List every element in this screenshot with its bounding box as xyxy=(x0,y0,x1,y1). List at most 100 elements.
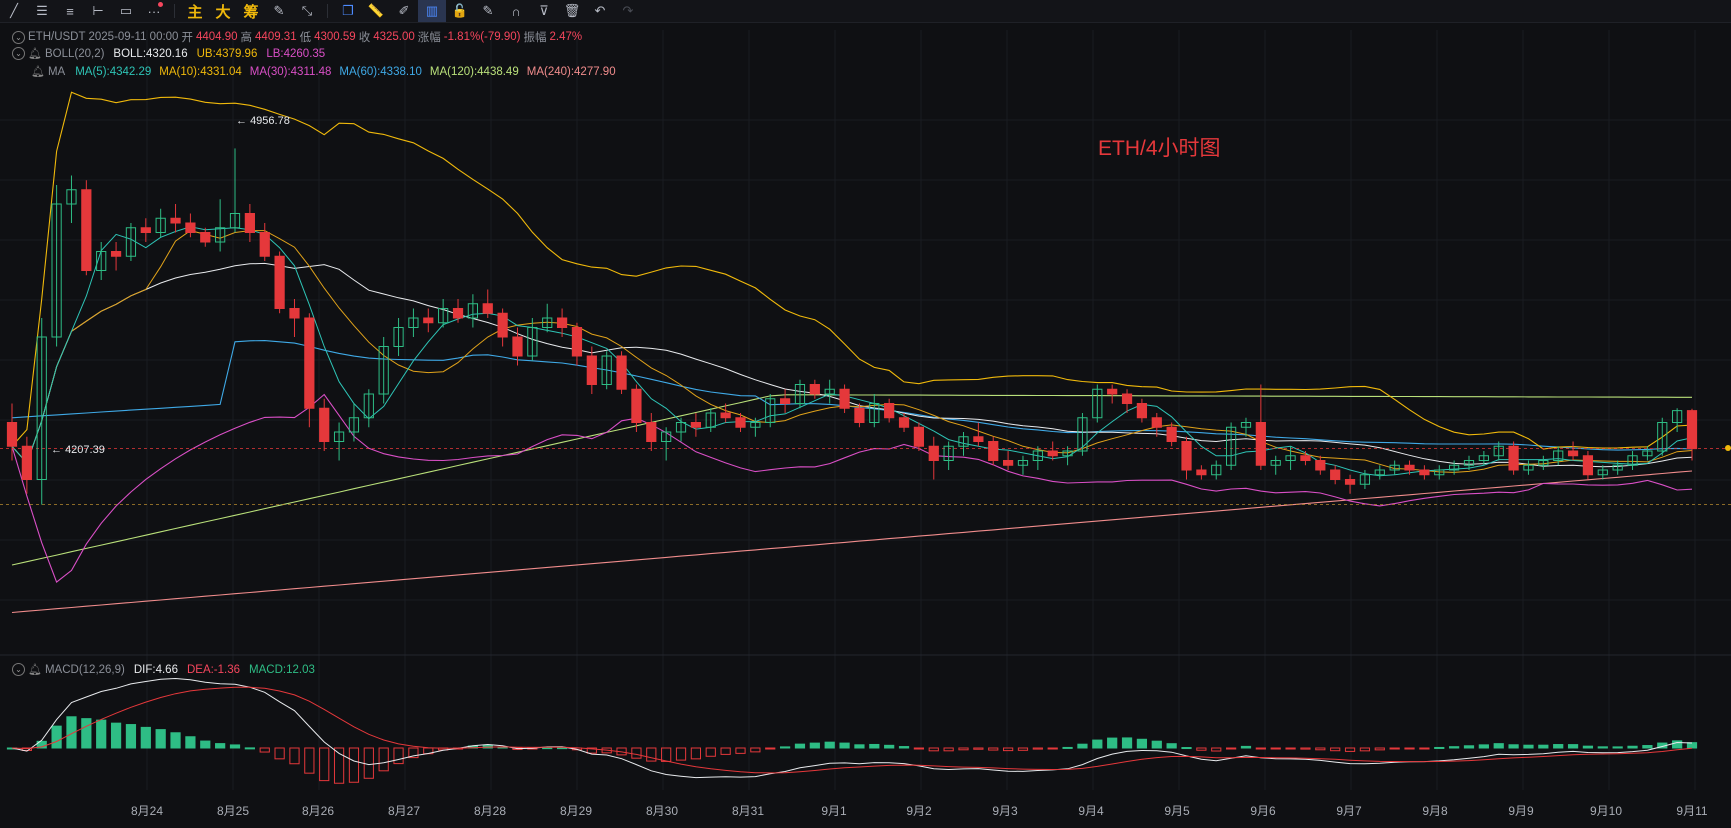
macd-histogram-bar xyxy=(913,747,925,750)
macd-histogram-bar xyxy=(215,743,226,749)
macd-dea-line xyxy=(11,686,1693,774)
macd-histogram-bar xyxy=(1582,745,1594,749)
ma-legend-item: MA(240):4277.90 xyxy=(526,65,616,78)
ruler-icon[interactable]: 📏 xyxy=(362,0,390,22)
macd-histogram-bar xyxy=(898,746,910,749)
candle-down xyxy=(1508,445,1519,471)
x-axis-tick-label: 9月7 xyxy=(1336,804,1362,818)
main-indicator-button[interactable]: 主 xyxy=(181,0,209,22)
collapse-icon[interactable]: ⌄ xyxy=(12,47,25,60)
macd-histogram-bar xyxy=(1240,745,1252,749)
pencil-icon[interactable]: ✐ xyxy=(390,0,418,22)
toolbar-divider xyxy=(327,4,328,18)
high-price-label: 4956.78 xyxy=(250,115,290,127)
trash-icon[interactable]: 🗑 xyxy=(558,0,586,22)
more-icon[interactable]: ··· xyxy=(140,0,168,22)
candle-down xyxy=(631,388,642,423)
macd-histogram-bar xyxy=(1121,737,1133,749)
rectangle-icon[interactable]: ▭ xyxy=(112,0,140,22)
menu-lines-icon[interactable]: ≡ xyxy=(56,0,84,22)
bell-icon[interactable]: 🔔︎ xyxy=(28,663,42,676)
edit-icon[interactable]: ✎ xyxy=(265,0,293,22)
candlestick-icon[interactable]: ▥ xyxy=(418,0,446,22)
boll-name: BOLL(20,2) xyxy=(44,47,105,60)
macd-histogram-bar xyxy=(1419,747,1430,750)
candle-down xyxy=(809,384,820,395)
bell-icon[interactable]: 🔔︎ xyxy=(31,65,45,78)
ma-legend: 🔔︎ MA MA(5):4342.29 MA(10):4331.04 MA(30):… xyxy=(31,65,627,79)
macd-histogram-bar xyxy=(96,719,107,749)
bell-icon[interactable]: 🔔︎ xyxy=(28,47,42,60)
price-tag-marker xyxy=(1725,445,1731,451)
macd-histogram-bar xyxy=(1374,747,1385,751)
big-button[interactable]: 大 xyxy=(209,0,237,22)
candle-down xyxy=(423,317,434,324)
magnet-icon[interactable]: ∩ xyxy=(502,0,530,22)
candle-down xyxy=(988,441,999,461)
chip-button[interactable]: 筹 xyxy=(237,0,265,22)
macd-histogram-bar xyxy=(1196,747,1207,751)
candle-down xyxy=(512,336,523,357)
candle-down xyxy=(1315,460,1326,471)
candle-down xyxy=(110,251,122,257)
notification-dot xyxy=(158,2,163,7)
x-axis-tick-label: 9月5 xyxy=(1164,804,1190,818)
macd-histogram-bar xyxy=(229,744,241,749)
x-axis-tick-label: 8月24 xyxy=(130,804,164,818)
low-price-marker: ← 4207.39 xyxy=(51,444,105,456)
candle-down xyxy=(1151,417,1162,428)
x-axis-tick-label: 8月27 xyxy=(387,804,421,818)
macd-histogram-bar xyxy=(1255,747,1266,750)
candle-down xyxy=(1582,455,1594,476)
ma-legend-item: MA(5):4342.29 xyxy=(75,65,152,78)
macd-histogram-bar xyxy=(1686,742,1698,749)
lock-icon[interactable]: 🔓 xyxy=(446,0,474,22)
macd-histogram-bar xyxy=(1166,743,1177,749)
horizontal-lines-icon[interactable]: ☰ xyxy=(28,0,56,22)
x-axis-tick-label: 9月3 xyxy=(992,804,1018,818)
macd-histogram-bar xyxy=(1567,744,1579,749)
horizontal-ray-icon[interactable]: ⊢ xyxy=(84,0,112,22)
macd-histogram-bar xyxy=(973,747,984,750)
macd-histogram-bar xyxy=(1062,746,1073,749)
macd-histogram-bar xyxy=(1672,740,1683,749)
price-chart[interactable] xyxy=(0,23,1731,828)
x-axis-tick-label: 8月26 xyxy=(301,804,335,818)
collapse-icon[interactable]: ⌄ xyxy=(12,30,25,44)
macd-histogram-bar xyxy=(958,747,969,751)
candle-down xyxy=(1136,403,1148,419)
macd-histogram-bar xyxy=(1597,746,1608,749)
trend-line-icon[interactable]: ╱ xyxy=(0,0,28,22)
filter-icon[interactable]: ⊽ xyxy=(530,0,558,22)
candle-down xyxy=(304,317,315,409)
macd-histogram-bar xyxy=(125,724,137,749)
redo-icon[interactable]: ↷ xyxy=(614,0,642,22)
macd-histogram-bar xyxy=(869,743,880,749)
high-label: 高 xyxy=(240,32,253,44)
high-price-marker: ← 4956.78 xyxy=(236,115,290,127)
candle-down xyxy=(170,217,181,224)
macd-histogram-bar xyxy=(1181,747,1192,750)
measure-icon[interactable]: ⤡ xyxy=(293,0,321,22)
macd-histogram-bar xyxy=(1151,740,1162,749)
macd-histogram-bar xyxy=(1449,746,1460,749)
macd-histogram-bar xyxy=(1300,747,1311,750)
change-label: 涨幅 xyxy=(417,32,441,44)
macd-histogram-bar xyxy=(646,747,657,762)
macd-histogram-bar xyxy=(1553,744,1564,749)
open-label: 开 xyxy=(181,32,193,44)
macd-histogram-bar xyxy=(1463,745,1475,749)
macd-histogram-bar xyxy=(1047,747,1058,750)
macd-histogram-bar xyxy=(720,747,731,755)
undo-icon[interactable]: ↶ xyxy=(586,0,614,22)
note-icon[interactable]: ✎ xyxy=(474,0,502,22)
x-axis-tick-label: 8月31 xyxy=(731,804,765,818)
macd-histogram-bar xyxy=(1226,747,1237,750)
copy-icon[interactable]: ❐ xyxy=(334,0,362,22)
x-axis-tick-label: 8月25 xyxy=(216,804,250,818)
candle-down xyxy=(1567,450,1579,457)
candle-down xyxy=(274,255,285,309)
candle-down xyxy=(646,422,657,442)
collapse-icon[interactable]: ⌄ xyxy=(12,663,25,676)
x-axis-tick-label: 8月28 xyxy=(473,804,507,818)
